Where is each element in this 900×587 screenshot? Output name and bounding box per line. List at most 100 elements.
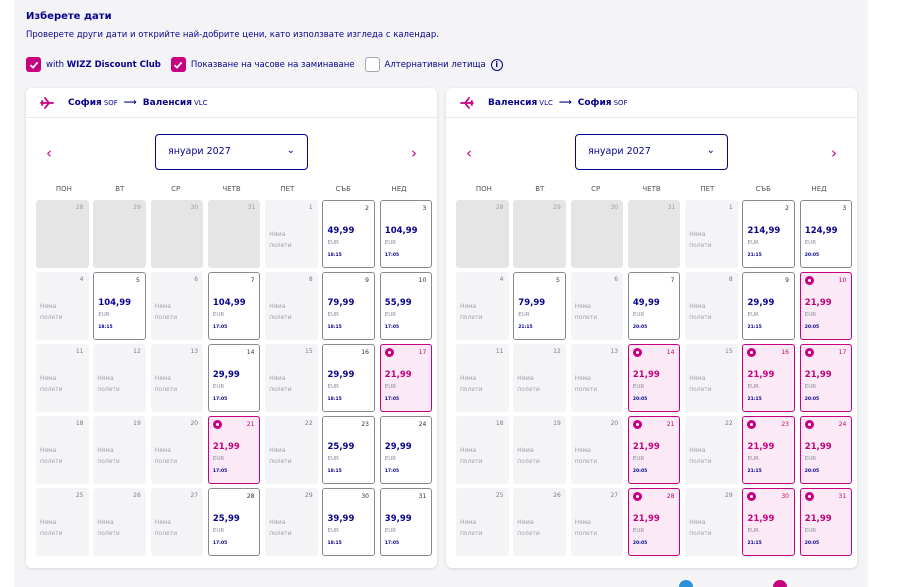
calendar-day-flight[interactable]: 23 25,99 EUR 18:15: [322, 416, 375, 484]
no-flights-line: Няма: [517, 447, 534, 454]
calendar-day-flight[interactable]: 14 29,99 EUR 17:05: [207, 344, 261, 412]
day-number: 20: [610, 420, 619, 427]
no-flights-line: Няма: [97, 375, 114, 382]
no-flights-label: Няма полети: [269, 229, 292, 251]
calendar-day-flight[interactable]: 9 79,99 EUR 18:15: [322, 272, 375, 340]
show-times-checkbox[interactable]: [170, 57, 186, 72]
show-times-option[interactable]: Показване на часове на заминаване: [170, 57, 355, 72]
day-price: 21,99: [804, 298, 832, 308]
calendar-day-flight[interactable]: 31 39,99 EUR 17:05: [379, 488, 433, 556]
route-arrow-icon: ⟶: [123, 98, 137, 108]
calendar-day-lowest-price[interactable]: 23 21,99 EUR 21:15: [742, 416, 795, 484]
calendar-day-flight[interactable]: 28 25,99 EUR 17:05: [207, 488, 261, 556]
day-number: 28: [246, 493, 255, 500]
route-header: София SOF ⟶ Валенсия VLC: [40, 96, 208, 110]
day-number: 25: [75, 492, 84, 499]
alt-airports-checkbox[interactable]: [364, 57, 380, 72]
no-flights-line: полети: [689, 314, 712, 321]
calendar-day-flight[interactable]: 2 214,99 EUR 21:15: [742, 200, 795, 268]
day-number: 3: [422, 205, 427, 212]
departure-time: 17:05: [212, 397, 228, 402]
departure-time: 17:05: [212, 325, 228, 330]
calendar-day-lowest-price[interactable]: 24 21,99 EUR 20:05: [799, 416, 853, 484]
calendar-day-lowest-price[interactable]: 14 21,99 EUR 20:05: [627, 344, 681, 412]
day-number: 6: [194, 276, 199, 283]
calendar-day-flight[interactable]: 5 104,99 EUR 18:15: [93, 272, 146, 340]
calendar-day-flight[interactable]: 2 49,99 EUR 18:15: [322, 200, 375, 268]
calendar-day-flight[interactable]: 3 104,99 EUR 17:05: [379, 200, 433, 268]
destination-city: София: [577, 98, 612, 108]
day-number: 1: [728, 204, 733, 211]
discount-club-option[interactable]: with WIZZ Discount Club: [26, 57, 161, 72]
day-number: 12: [553, 348, 561, 355]
calendar-day-no-flights: 22 Няма полети: [685, 416, 738, 484]
departure-time: 18:15: [327, 253, 342, 258]
next-month-button[interactable]: ›: [411, 144, 417, 162]
calendar-day-no-flights: 25 Няма полети: [456, 488, 509, 556]
info-icon[interactable]: i: [490, 58, 503, 71]
checkmark-icon: [29, 61, 38, 69]
departure-time: 20:05: [804, 397, 820, 402]
discount-club-checkbox[interactable]: [26, 57, 41, 72]
calendar-day-lowest-price[interactable]: 17 21,99 EUR 17:05: [379, 344, 433, 412]
next-month-button[interactable]: ›: [831, 144, 837, 162]
currency-label: EUR: [632, 384, 645, 390]
section-title: Изберете дати: [26, 11, 112, 22]
calendar-day-prev-month: 30: [150, 200, 204, 268]
day-number: 2: [365, 205, 369, 212]
calendar-day-no-flights: 11 Няма полети: [36, 344, 89, 412]
calendar-day-prev-month: 31: [207, 200, 261, 268]
calendar-day-lowest-price[interactable]: 31 21,99 EUR 20:05: [799, 488, 853, 556]
no-flights-line: полети: [97, 530, 120, 537]
departure-time: 18:15: [327, 325, 342, 330]
no-flights-line: Няма: [269, 447, 286, 454]
return-calendar: Валенсия VLC ⟶ София SOF ‹ януари 2027 ⌄…: [446, 88, 857, 568]
currency-label: EUR: [384, 312, 397, 318]
calendar-day-flight[interactable]: 30 39,99 EUR 18:15: [322, 488, 375, 556]
calendar-day-no-flights: 12 Няма полети: [93, 344, 146, 412]
calendar-day-lowest-price[interactable]: 21 21,99 EUR 17:05: [207, 416, 261, 484]
day-number: 14: [246, 349, 255, 356]
plane-landing-icon: [460, 97, 474, 109]
departure-time: 18:15: [98, 325, 113, 330]
calendar-day-lowest-price[interactable]: 21 21,99 EUR 20:05: [627, 416, 681, 484]
calendar-day-flight[interactable]: 7 49,99 EUR 20:05: [627, 272, 681, 340]
day-number: 11: [495, 348, 504, 355]
currency-label: EUR: [384, 384, 397, 390]
day-price: 79,99: [518, 298, 546, 308]
calendar-day-lowest-price[interactable]: 10 21,99 EUR 20:05: [799, 272, 853, 340]
calendar-day-lowest-price[interactable]: 28 21,99 EUR 20:05: [627, 488, 681, 556]
prev-month-button[interactable]: ‹: [46, 144, 52, 162]
calendar-day-flight[interactable]: 3 124,99 EUR 20:05: [799, 200, 853, 268]
no-flights-line: Няма: [154, 375, 171, 382]
day-number: 29: [133, 204, 141, 211]
day-price: 21,99: [804, 514, 832, 524]
no-flights-line: полети: [40, 458, 63, 465]
day-price: 104,99: [98, 298, 132, 308]
day-number: 19: [133, 420, 141, 427]
show-times-label: Показване на часове на заминаване: [190, 59, 355, 70]
calendar-day-lowest-price[interactable]: 16 21,99 EUR 21:15: [742, 344, 795, 412]
no-flights-line: полети: [574, 314, 598, 321]
no-flights-line: полети: [460, 530, 483, 537]
month-select[interactable]: януари 2027 ⌄: [155, 134, 308, 170]
calendar-day-no-flights: 8 Няма полети: [685, 272, 738, 340]
weekday-label: СР: [171, 185, 181, 193]
alt-airports-option[interactable]: Алтернативни летища i: [364, 57, 503, 72]
calendar-day-flight[interactable]: 16 29,99 EUR 18:15: [322, 344, 375, 412]
calendar-day-flight[interactable]: 10 55,99 EUR 17:05: [379, 272, 433, 340]
prev-month-button[interactable]: ‹: [466, 144, 472, 162]
destination-city: Валенсия: [142, 98, 192, 108]
calendar-day-flight[interactable]: 24 29,99 EUR 17:05: [379, 416, 433, 484]
calendar-day-flight[interactable]: 9 29,99 EUR 21:15: [742, 272, 795, 340]
no-flights-line: полети: [689, 386, 712, 393]
calendar-day-lowest-price[interactable]: 30 21,99 EUR 21:15: [742, 488, 795, 556]
calendar-day-flight[interactable]: 5 79,99 EUR 21:15: [513, 272, 566, 340]
day-number: 30: [190, 204, 199, 211]
month-select[interactable]: януари 2027 ⌄: [575, 134, 728, 170]
no-flights-line: Няма: [154, 303, 171, 310]
calendar-day-flight[interactable]: 7 104,99 EUR 17:05: [207, 272, 261, 340]
no-flights-line: Няма: [40, 303, 57, 310]
day-number: 30: [610, 204, 619, 211]
calendar-day-lowest-price[interactable]: 17 21,99 EUR 20:05: [799, 344, 853, 412]
